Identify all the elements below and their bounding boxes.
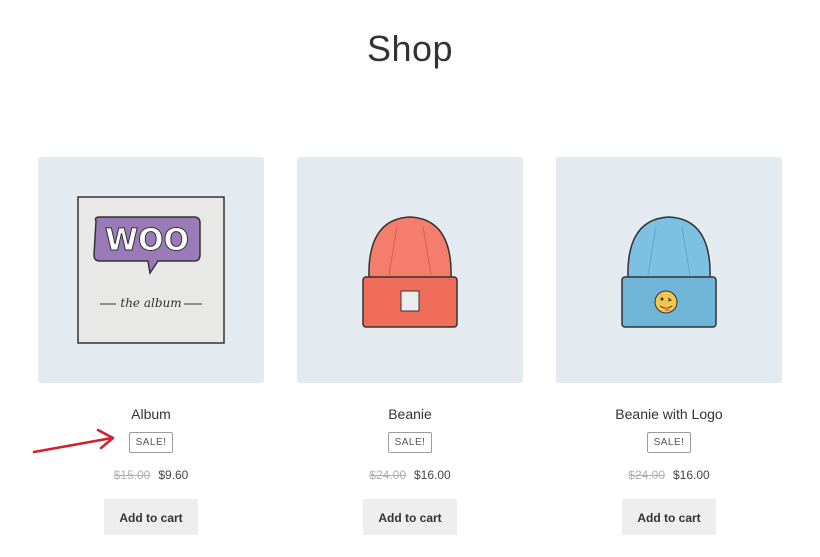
product-name[interactable]: Beanie (297, 405, 523, 423)
sale-price: $16.00 (673, 468, 710, 482)
add-to-cart-button-beanie-with-logo[interactable]: Add to cart (622, 499, 716, 535)
sale-badge: SALE! (387, 432, 433, 453)
product-name[interactable]: Album (38, 405, 264, 423)
sale-price: $9.60 (158, 468, 189, 482)
original-price: $24.00 (628, 468, 665, 482)
product-name[interactable]: Beanie with Logo (556, 405, 782, 423)
woo-album-icon: WOO the album (77, 196, 225, 344)
sale-price: $16.00 (414, 468, 451, 482)
page-title: Shop (366, 28, 454, 69)
product-image-album[interactable]: WOO the album (38, 157, 264, 383)
product-card-album: WOO the album Album SALE! $15.00 $9.60 Ad… (38, 157, 264, 535)
shop-page: Shop WOO the album Album SALE! $15.00 $9.… (0, 0, 820, 557)
product-image-beanie[interactable] (297, 157, 523, 383)
beanie-icon (362, 216, 458, 328)
product-image-beanie-with-logo[interactable] (556, 157, 782, 383)
add-to-cart-button-album[interactable]: Add to cart (104, 499, 198, 535)
annotation-arrow-icon (32, 428, 115, 454)
product-card-beanie-with-logo: Beanie with Logo SALE! $24.00 $16.00 Add … (556, 157, 782, 535)
sale-badge: SALE! (646, 432, 692, 453)
price: $24.00 $16.00 (297, 467, 523, 483)
price: $24.00 $16.00 (556, 467, 782, 483)
beanie-logo-icon (621, 216, 717, 328)
price: $15.00 $9.60 (38, 467, 264, 483)
sale-badge: SALE! (128, 432, 174, 453)
original-price: $24.00 (369, 468, 406, 482)
add-to-cart-button-beanie[interactable]: Add to cart (363, 499, 457, 535)
product-card-beanie: Beanie SALE! $24.00 $16.00 Add to cart (297, 157, 523, 535)
album-subtext: the album (120, 296, 181, 310)
original-price: $15.00 (113, 468, 151, 482)
woo-logo-text: WOO (105, 223, 189, 258)
